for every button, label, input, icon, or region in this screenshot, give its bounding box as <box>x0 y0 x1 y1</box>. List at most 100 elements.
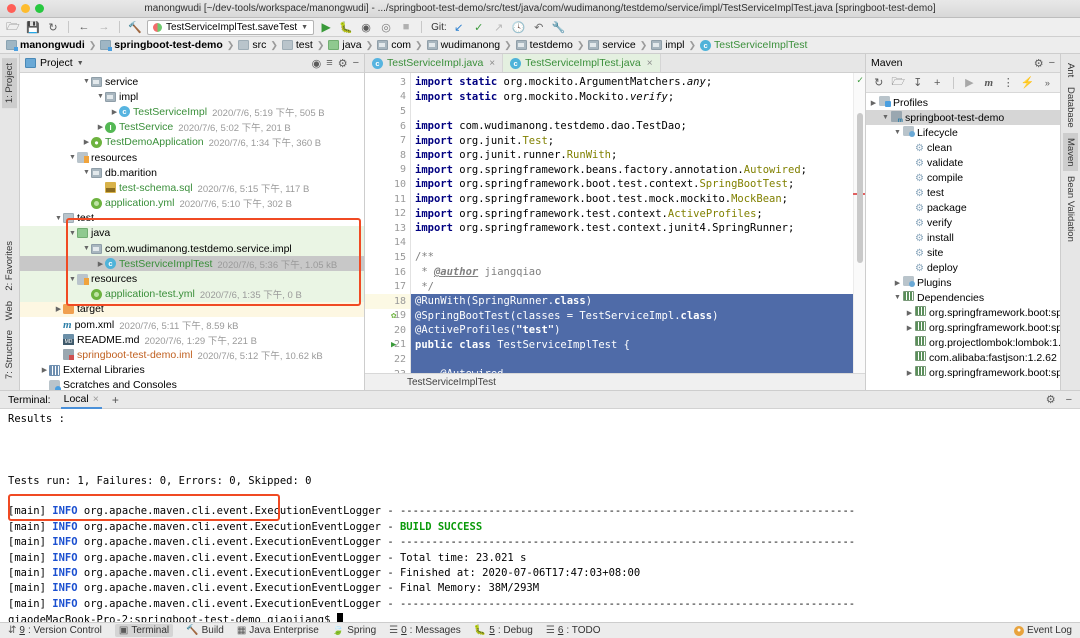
add-terminal-tab-button[interactable]: + <box>112 393 119 407</box>
code-content[interactable]: import static org.mockito.ArgumentMatche… <box>411 73 853 373</box>
code-line[interactable]: import org.springframework.boot.test.con… <box>411 177 853 192</box>
close-icon[interactable]: × <box>647 58 653 69</box>
breadcrumb-item-testdemo[interactable]: testdemo <box>515 39 573 51</box>
expand-arrow-icon[interactable]: ▶ <box>892 279 903 287</box>
expand-arrow-icon[interactable]: ▼ <box>96 93 105 100</box>
stop-icon[interactable]: ■ <box>398 20 414 35</box>
expand-arrow-icon[interactable]: ▼ <box>82 78 91 85</box>
code-line[interactable]: */ <box>411 279 853 294</box>
editor-tab[interactable]: c TestServiceImpl.java × <box>365 54 504 72</box>
expand-arrow-icon[interactable]: ▶ <box>868 99 879 107</box>
scrollbar-thumb[interactable] <box>857 113 863 263</box>
sidebar-tab-bean-validation[interactable]: Bean Validation <box>1063 171 1078 247</box>
settings-icon[interactable]: ⚙ <box>1034 57 1044 70</box>
window-controls[interactable] <box>0 4 44 13</box>
sidebar-tab-database[interactable]: Database <box>1063 82 1078 133</box>
status-tab-todo[interactable]: ☰ 6: TODO <box>546 625 601 636</box>
status-tab-messages[interactable]: ☰ 0: Messages <box>389 625 461 636</box>
expand-arrow-icon[interactable]: ▶ <box>904 324 915 332</box>
breadcrumb-item-com[interactable]: com <box>377 39 411 51</box>
expand-arrow-icon[interactable]: ▶ <box>904 309 915 317</box>
status-tab-debug[interactable]: 🐛 5: Debug <box>474 625 533 636</box>
sidebar-tab-structure[interactable]: 7: Structure <box>2 325 17 384</box>
code-line[interactable]: @SpringBootTest (classes = TestServiceImp… <box>411 308 853 324</box>
build-hammer-icon[interactable]: 🔨 <box>127 20 143 35</box>
expand-arrow-icon[interactable]: ▶ <box>40 366 49 374</box>
maven-tree-row[interactable]: ▼ Lifecycle <box>866 125 1060 140</box>
breadcrumb-item-service[interactable]: service <box>588 39 636 51</box>
breadcrumb-item-manongwudi[interactable]: manongwudi <box>6 39 85 51</box>
editor-tab[interactable]: c TestServiceImplTest.java × <box>503 54 661 72</box>
breadcrumb-item-wudimanong[interactable]: wudimanong <box>426 39 500 51</box>
tree-row[interactable]: application.yml 2020/7/6, 5:10 下午, 302 B <box>20 196 364 211</box>
chevron-down-icon[interactable]: ▼ <box>77 60 84 67</box>
maven-tree-row[interactable]: ▶ org.springframework.boot:spr <box>866 305 1060 320</box>
maven-tree-row[interactable]: ▶ org.springframework.boot:spr <box>866 320 1060 335</box>
download-sources-icon[interactable]: ↧ <box>911 75 924 90</box>
code-line[interactable]: import org.springframework.test.context.… <box>411 221 853 236</box>
execute-goal-icon[interactable]: ⚡ <box>1021 75 1035 90</box>
expand-arrow-icon[interactable]: ▶ <box>96 123 105 131</box>
code-line[interactable] <box>411 352 853 367</box>
maven-tree-row[interactable]: ⚙ site <box>866 245 1060 260</box>
breadcrumb-item-test[interactable]: test <box>281 39 313 51</box>
tree-row[interactable]: ▼ java <box>20 225 364 242</box>
tree-row[interactable]: ▼ resources <box>20 150 364 165</box>
git-update-icon[interactable]: ↙ <box>451 20 467 35</box>
expand-arrow-icon[interactable]: ▼ <box>892 129 903 136</box>
maven-tree-row[interactable]: ⚙ clean <box>866 140 1060 155</box>
tree-row[interactable]: ▶ c TestServiceImplTest 2020/7/6, 5:36 下午… <box>20 256 364 272</box>
event-log-button[interactable]: ● Event Log <box>1013 625 1072 636</box>
refresh-icon[interactable]: ↻ <box>872 75 885 90</box>
project-tree[interactable]: ▼ service ▼ impl ▶ c TestServiceImpl 2020… <box>20 73 364 390</box>
expand-arrow-icon[interactable]: ▼ <box>68 230 77 237</box>
git-commit-icon[interactable]: ✓ <box>471 20 487 35</box>
close-icon[interactable]: × <box>93 393 99 405</box>
maven-icon[interactable]: m <box>982 75 995 90</box>
code-line[interactable]: * @author jiangqiao <box>411 265 853 280</box>
expand-arrow-icon[interactable]: ▶ <box>54 305 63 313</box>
code-line[interactable]: @RunWith (SpringRunner. class) <box>411 293 853 309</box>
code-line[interactable]: import static org.mockito.ArgumentMatche… <box>411 75 853 90</box>
hide-panel-icon[interactable]: − <box>353 57 359 69</box>
code-line[interactable]: import org.springframework.boot.test.moc… <box>411 192 853 207</box>
tree-row[interactable]: ▼ impl <box>20 89 364 104</box>
status-tab-terminal[interactable]: ▣ Terminal <box>114 624 174 637</box>
code-line[interactable]: @Autowired <box>411 366 853 373</box>
code-line[interactable]: public class TestServiceImplTest { <box>411 337 853 353</box>
profile-icon[interactable]: ◎ <box>378 20 394 35</box>
breadcrumb-item-src[interactable]: src <box>238 39 266 51</box>
collapse-all-icon[interactable]: ≡ <box>326 57 332 69</box>
git-history-icon[interactable]: 🕓 <box>511 20 527 35</box>
expand-arrow-icon[interactable]: ▶ <box>82 138 91 146</box>
tree-row[interactable]: Scratches and Consoles <box>20 378 364 390</box>
code-line[interactable]: import org.junit. Test; <box>411 133 853 148</box>
maven-tree-row[interactable]: ⚙ verify <box>866 215 1060 230</box>
git-revert-icon[interactable]: ↶ <box>531 20 547 35</box>
breadcrumb-item-impl[interactable]: impl <box>651 39 685 51</box>
project-panel-title-group[interactable]: Project ▼ <box>25 57 307 69</box>
expand-arrow-icon[interactable]: ▼ <box>880 114 891 121</box>
status-tab-build[interactable]: 🔨 Build <box>186 625 224 636</box>
expand-arrow-icon[interactable]: ▼ <box>892 294 903 301</box>
maven-tree-row[interactable]: org.projectlombok:lombok:1.1… <box>866 335 1060 350</box>
tree-row[interactable]: m pom.xml 2020/7/6, 5:11 下午, 8.59 kB <box>20 317 364 332</box>
terminal-tab-local[interactable]: Local × <box>60 391 102 409</box>
sidebar-tab-project[interactable]: 1: Project <box>2 58 17 109</box>
code-line[interactable]: import org.springframework.beans.factory… <box>411 163 853 178</box>
tree-row[interactable]: ▼ test <box>20 211 364 226</box>
editor-gutter[interactable]: 3456789101112131415161718✿1920▶212223●24 <box>365 73 411 373</box>
maven-tree-row[interactable]: ▶ Plugins <box>866 275 1060 290</box>
maven-tree-row[interactable]: ⚙ install <box>866 230 1060 245</box>
breadcrumb-item-springboot-test-demo[interactable]: springboot-test-demo <box>100 39 223 51</box>
expand-arrow-icon[interactable]: ▼ <box>82 169 91 176</box>
hide-panel-icon[interactable]: − <box>1049 57 1055 69</box>
maven-tree[interactable]: ▶ Profiles ▼ springboot-test-demo ▼ Life… <box>866 93 1060 390</box>
maven-tree-row[interactable]: ⚙ deploy <box>866 260 1060 275</box>
status-tab-spring[interactable]: 🍃 Spring <box>332 625 376 636</box>
breadcrumb-item-TestServiceImplTest[interactable]: c TestServiceImplTest <box>700 39 807 51</box>
maven-tree-row[interactable]: ▼ springboot-test-demo <box>866 110 1060 125</box>
status-tab-versioncontrol[interactable]: ⇵ 9: Version Control <box>8 625 102 636</box>
run-configuration-selector[interactable]: TestServiceImplTest.saveTest ▼ <box>147 19 315 35</box>
maven-tree-row[interactable]: ▼ Dependencies <box>866 290 1060 305</box>
